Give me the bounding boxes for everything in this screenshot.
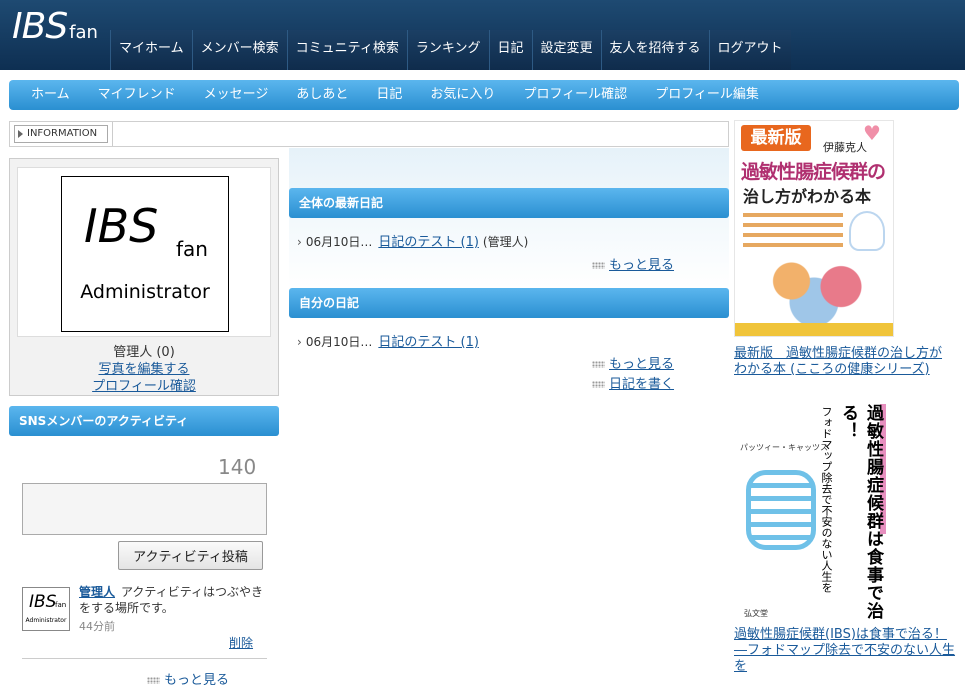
book1-bullets xyxy=(743,213,843,249)
sub-nav: ホーム マイフレンド メッセージ あしあと 日記 お気に入り プロフィール確認 … xyxy=(9,80,959,110)
diary-date: 06月10日… xyxy=(305,335,373,349)
subnav-my-friend[interactable]: マイフレンド xyxy=(84,80,190,110)
activity-heading: SNSメンバーのアクティビティ xyxy=(9,406,279,436)
profile-logo-role: Administrator xyxy=(80,281,210,303)
book2-link-wrap: 過敏性腸症候群(IBS)は食事で治る！ ―フォドマップ除去で不安のない人生を xyxy=(734,627,956,675)
information-label: INFORMATION xyxy=(14,125,108,143)
book2-author: パッツィー・キャッツス xyxy=(740,443,828,452)
list-item: › 06月10日… 日記のテスト (1) xyxy=(297,331,479,350)
top-nav: マイホーム メンバー検索 コミュニティ検索 ランキング 日記 設定変更 友人を招… xyxy=(110,30,791,70)
triangle-right-icon xyxy=(18,130,23,138)
activity-more-link[interactable]: もっと見る xyxy=(164,673,229,685)
book2-cover-subtitle: フォドマップ除去で不安のない人生を xyxy=(820,406,833,593)
avatar-logo-role: Administrator xyxy=(25,617,67,624)
book1-cover-title2: 治し方がわかる本 xyxy=(743,187,872,206)
profile-logo-main: IBS xyxy=(84,199,159,253)
character-counter: 140 xyxy=(218,455,257,479)
site-logo[interactable]: IBS fan xyxy=(12,6,98,47)
my-diary-more-link[interactable]: もっと見る xyxy=(609,357,674,372)
profile-photo[interactable]: IBS fan Administrator xyxy=(61,176,229,332)
profile-box: IBS fan Administrator 管理人 (0) 写真を編集する プロ… xyxy=(9,158,279,396)
activity-item: 管理人 アクティビティはつぶやきをする場所です。 xyxy=(79,584,269,616)
nav-community-search[interactable]: コミュニティ検索 xyxy=(286,30,407,70)
book2-link[interactable]: 過敏性腸症候群(IBS)は食事で治る！ ―フォドマップ除去で不安のない人生を xyxy=(734,627,955,674)
diary-title-link[interactable]: 日記のテスト (1) xyxy=(378,235,479,250)
subnav-diary[interactable]: 日記 xyxy=(362,80,416,110)
subnav-message[interactable]: メッセージ xyxy=(190,80,283,110)
nav-ranking[interactable]: ランキング xyxy=(406,30,489,70)
logo-sub: fan xyxy=(69,22,98,43)
activity-input[interactable] xyxy=(22,483,267,535)
delete-wrap: 削除 xyxy=(229,634,253,651)
my-diary-heading: 自分の日記 xyxy=(289,288,729,318)
book1-link[interactable]: 最新版 過敏性腸症候群の治し方がわかる本 (こころの健康シリーズ) xyxy=(734,346,942,377)
diary-author: (管理人) xyxy=(482,235,529,249)
all-diary-more-link[interactable]: もっと見る xyxy=(609,258,674,273)
avatar-logo-sub: fan xyxy=(55,601,67,609)
nav-my-home[interactable]: マイホーム xyxy=(110,30,192,70)
write-diary: 日記を書く xyxy=(592,373,674,392)
dots-icon xyxy=(592,361,605,368)
logo-main: IBS xyxy=(12,6,68,47)
activity-time: 44分前 xyxy=(79,620,115,633)
avatar-logo-main: IBS xyxy=(29,592,57,612)
book2-publisher: 弘文堂 xyxy=(744,609,768,618)
subnav-footprints[interactable]: あしあと xyxy=(282,80,362,110)
chevron-right-icon: › xyxy=(297,335,302,349)
activity-delete-link[interactable]: 削除 xyxy=(229,636,253,650)
confirm-profile-wrap: プロフィール確認 xyxy=(10,375,278,394)
nav-invite-friend[interactable]: 友人を招待する xyxy=(600,30,709,70)
my-diary-more: もっと見る xyxy=(592,353,674,372)
all-diary-more: もっと見る xyxy=(592,254,674,273)
book1-illustration xyxy=(739,253,889,323)
subnav-profile-confirm[interactable]: プロフィール確認 xyxy=(509,80,641,110)
header: IBS fan マイホーム メンバー検索 コミュニティ検索 ランキング 日記 設定… xyxy=(0,0,965,70)
book1-author: 伊藤克人 xyxy=(823,141,867,154)
information-text: INFORMATION xyxy=(27,128,98,139)
subnav-profile-edit[interactable]: プロフィール編集 xyxy=(641,80,773,110)
book-cover-2[interactable]: 過敏性腸症候群は食事で治る！ フォドマップ除去で不安のない人生を パッツィー・キ… xyxy=(734,400,894,620)
diary-title-link[interactable]: 日記のテスト (1) xyxy=(378,335,479,350)
intestine-icon xyxy=(746,470,816,550)
chevron-right-icon: › xyxy=(297,235,302,249)
book1-badge: 最新版 xyxy=(741,125,811,151)
subnav-favorites[interactable]: お気に入り xyxy=(416,80,509,110)
activity-more: もっと見る xyxy=(147,669,229,685)
profile-logo-sub: fan xyxy=(176,237,208,261)
book1-footer-band xyxy=(735,323,893,336)
post-activity-button[interactable]: アクティビティ投稿 xyxy=(118,541,263,570)
list-item: › 06月10日… 日記のテスト (1) (管理人) xyxy=(297,231,528,250)
information-bar: INFORMATION xyxy=(9,121,729,147)
toilet-icon xyxy=(849,211,885,251)
information-divider xyxy=(112,122,113,146)
activity-user-link[interactable]: 管理人 xyxy=(79,585,115,599)
book-cover-1[interactable]: 最新版 伊藤克人 ♥ 過敏性腸症候群の 治し方がわかる本 xyxy=(734,120,894,337)
nav-member-search[interactable]: メンバー検索 xyxy=(191,30,287,70)
heart-icon: ♥ xyxy=(863,121,881,145)
profile-photo-frame: IBS fan Administrator xyxy=(17,167,271,337)
book1-cover-title1: 過敏性腸症候群の xyxy=(741,161,886,183)
book1-link-wrap: 最新版 過敏性腸症候群の治し方がわかる本 (こころの健康シリーズ) xyxy=(734,346,954,378)
nav-diary[interactable]: 日記 xyxy=(488,30,532,70)
nav-logout[interactable]: ログアウト xyxy=(708,30,791,70)
book2-cover-title: 過敏性腸症候群は食事で治る！ xyxy=(838,404,883,620)
confirm-profile-link[interactable]: プロフィール確認 xyxy=(92,379,196,394)
write-diary-link[interactable]: 日記を書く xyxy=(609,377,674,392)
subnav-home[interactable]: ホーム xyxy=(17,80,84,110)
activity-divider xyxy=(22,658,267,659)
dots-icon xyxy=(592,381,605,388)
dots-icon xyxy=(147,677,160,684)
diary-date: 06月10日… xyxy=(305,235,373,249)
all-diary-heading: 全体の最新日記 xyxy=(289,188,729,218)
dots-icon xyxy=(592,262,605,269)
nav-settings[interactable]: 設定変更 xyxy=(531,30,601,70)
avatar[interactable]: IBS fan Administrator xyxy=(22,587,70,631)
